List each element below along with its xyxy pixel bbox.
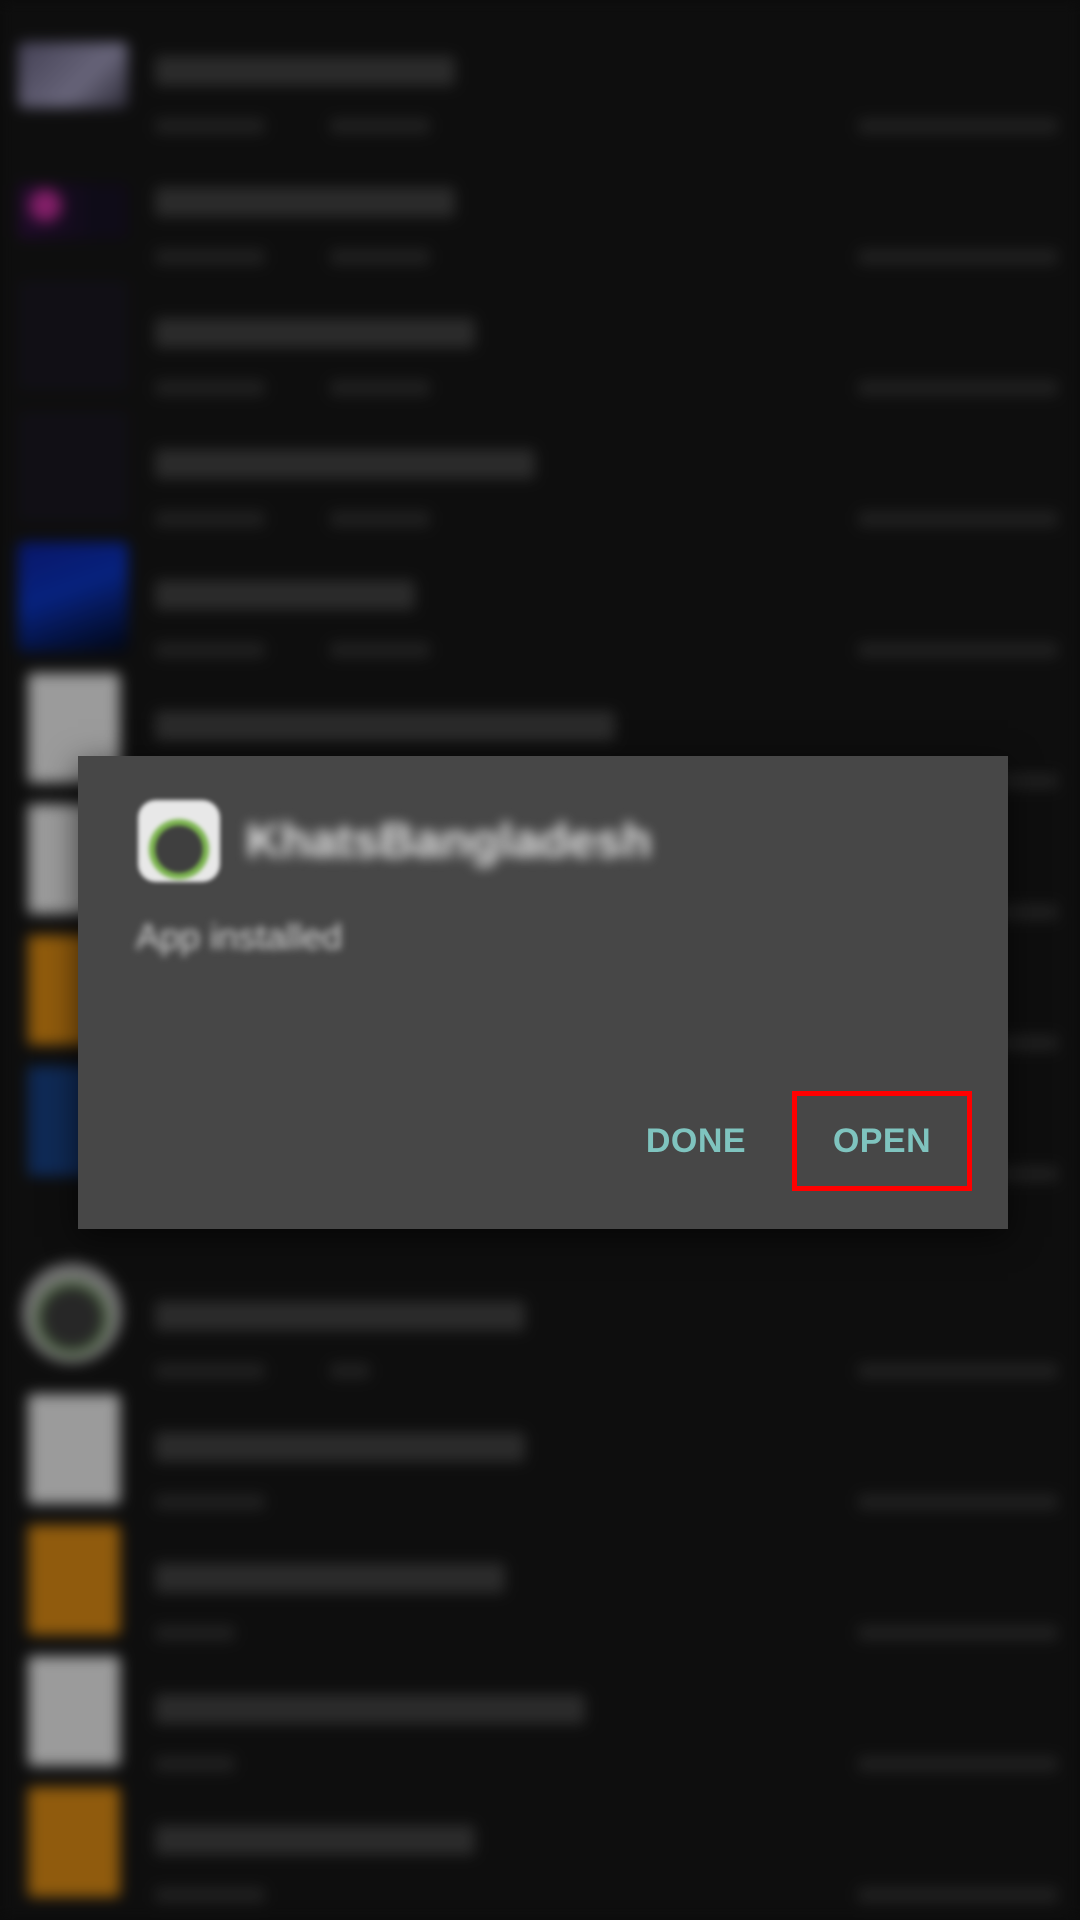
done-button[interactable]: DONE [631,1096,761,1186]
app-icon [138,800,220,882]
dialog-message: App installed [136,916,343,957]
screen: KhatsBangladesh App installed DONE OPEN [0,0,1080,1920]
install-complete-dialog: KhatsBangladesh App installed DONE OPEN [78,756,1008,1229]
app-name: KhatsBangladesh [246,814,652,868]
dialog-header: KhatsBangladesh [138,800,651,882]
open-button[interactable]: OPEN [792,1091,972,1191]
dialog-buttons: DONE OPEN [631,1091,1008,1191]
